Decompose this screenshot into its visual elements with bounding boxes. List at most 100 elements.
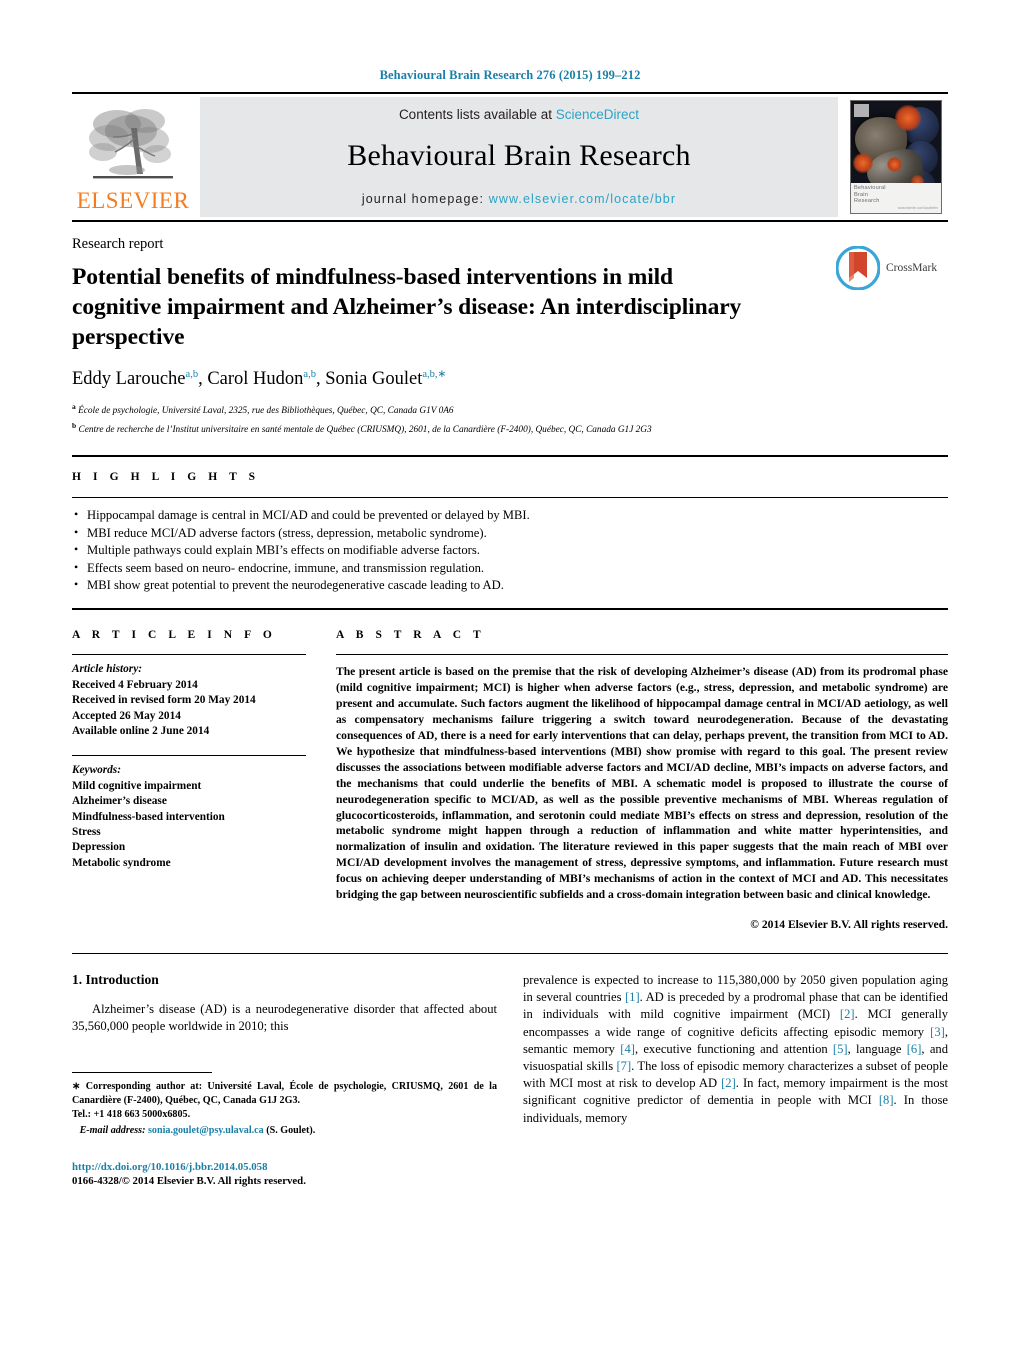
elsevier-logo: ELSEVIER — [72, 94, 194, 220]
contents-prefix: Contents lists available at — [398, 107, 556, 122]
highlight-item: MBI reduce MCI/AD adverse factors (stres… — [72, 524, 948, 542]
doi-block: http://dx.doi.org/10.1016/j.bbr.2014.05.… — [72, 1160, 497, 1189]
author-affiliation-marker: a,b — [303, 369, 316, 380]
article-history-list: Received 4 February 2014 Received in revi… — [72, 678, 306, 740]
crossmark-icon — [835, 245, 881, 291]
citation-reference[interactable]: [6] — [907, 1042, 922, 1056]
keyword-item: Depression — [72, 841, 126, 854]
article-info-heading: A R T I C L E I N F O — [72, 629, 277, 642]
citation-reference[interactable]: [3] — [930, 1025, 945, 1039]
citation-reference[interactable]: [2] — [840, 1007, 855, 1021]
intro-paragraph-left: Alzheimer’s disease (AD) is a neurodegen… — [72, 1001, 497, 1034]
body-columns: 1. Introduction Alzheimer’s disease (AD)… — [72, 954, 948, 1187]
body-column-left: 1. Introduction Alzheimer’s disease (AD)… — [72, 971, 497, 1187]
cover-neuron-2 — [853, 153, 873, 173]
journal-homepage-line: journal homepage: www.elsevier.com/locat… — [362, 192, 676, 206]
body-column-right: prevalence is expected to increase to 11… — [523, 972, 948, 1127]
affiliation-marker: a — [72, 402, 76, 412]
cover-title-line-1: Behavioural — [854, 185, 886, 191]
cover-neuron-1 — [895, 105, 921, 131]
highlights-list: Hippocampal damage is central in MCI/AD … — [72, 506, 948, 594]
crossmark-badge[interactable]: CrossMark — [835, 244, 948, 292]
highlight-item: MBI show great potential to prevent the … — [72, 576, 948, 594]
article-info-column: A R T I C L E I N F O Article history: R… — [72, 629, 306, 931]
affiliation-marker: b — [72, 420, 77, 430]
citation-reference[interactable]: [8] — [879, 1093, 894, 1107]
abstract-text: The present article is based on the prem… — [336, 665, 948, 902]
article-title-block: Research report Potential benefits of mi… — [72, 222, 948, 437]
citation-reference[interactable]: [5] — [833, 1042, 848, 1056]
cover-artwork: Behavioural Brain Research www.elsevier.… — [850, 100, 942, 214]
sciencedirect-link[interactable]: ScienceDirect — [556, 107, 639, 122]
cover-title-line-2: Brain — [854, 191, 869, 198]
article-history-label: Article history: — [72, 663, 142, 676]
email-note: E-mail address: sonia.goulet@psy.ulaval.… — [72, 1124, 497, 1138]
keywords-label: Keywords: — [72, 764, 121, 777]
highlight-item: Effects seem based on neuro- endocrine, … — [72, 559, 948, 577]
email-owner: (S. Goulet). — [266, 1124, 316, 1136]
cover-neuron-3 — [887, 157, 902, 172]
journal-masthead: ELSEVIER Contents lists available at Sci… — [72, 92, 948, 222]
footnote-rule — [72, 1071, 212, 1073]
intro-paragraph-right: prevalence is expected to increase to 11… — [523, 972, 949, 1125]
affiliation-item: b Centre de recherche de l’Institut univ… — [72, 420, 652, 435]
keyword-item: Alzheimer’s disease — [72, 795, 167, 808]
doi-link[interactable]: http://dx.doi.org/10.1016/j.bbr.2014.05.… — [72, 1160, 497, 1175]
email-link[interactable]: sonia.goulet@psy.ulaval.ca — [148, 1125, 264, 1136]
author-name: Sonia Goulet — [325, 369, 423, 390]
citation-reference[interactable]: [4] — [620, 1042, 635, 1056]
author-affiliation-marker: a,b,∗ — [422, 369, 447, 380]
journal-article-page: Behavioural Brain Research 276 (2015) 19… — [0, 0, 1020, 1351]
info-and-abstract: A R T I C L E I N F O Article history: R… — [72, 610, 948, 931]
cover-corner-plate — [854, 104, 869, 117]
cover-small-url: www.elsevier.com/locate/bbr — [897, 206, 938, 210]
article-history-item: Accepted 26 May 2014 — [72, 709, 181, 722]
crossmark-label: CrossMark — [886, 262, 938, 274]
article-info-rule — [72, 654, 306, 656]
elsevier-wordmark: ELSEVIER — [76, 188, 190, 213]
abstract-rule — [336, 654, 948, 656]
corresponding-author-note: ∗ Corresponding author at: Université La… — [72, 1080, 497, 1107]
keywords-rule — [72, 755, 306, 757]
journal-title: Behavioural Brain Research — [347, 139, 691, 172]
keywords-group: Keywords: Mild cognitive impairment Alzhe… — [72, 755, 306, 871]
highlights-rule — [72, 497, 948, 499]
issn-copyright-line: 0166-4328/© 2014 Elsevier B.V. All right… — [72, 1175, 306, 1188]
telephone-note: Tel.: +1 418 663 5000x6805. — [72, 1109, 191, 1121]
keywords-list: Mild cognitive impairment Alzheimer’s dis… — [72, 779, 306, 871]
citation-reference[interactable]: [7] — [616, 1059, 631, 1073]
article-history-item: Available online 2 June 2014 — [72, 725, 210, 737]
citation-reference[interactable]: [2] — [721, 1076, 736, 1090]
keyword-item: Metabolic syndrome — [72, 856, 171, 869]
cover-title-strip: Behavioural Brain Research www.elsevier.… — [851, 183, 941, 213]
abstract-heading: A B S T R A C T — [336, 629, 486, 642]
highlights-section: H I G H L I G H T S Hippocampal damage i… — [72, 457, 948, 594]
highlight-item: Hippocampal damage is central in MCI/AD … — [72, 506, 948, 524]
author-name: Carol Hudon — [207, 369, 304, 390]
highlights-heading: H I G H L I G H T S — [72, 471, 260, 484]
running-head: Behavioural Brain Research 276 (2015) 19… — [379, 68, 641, 82]
footnote-area: ∗ Corresponding author at: Université La… — [72, 1071, 497, 1189]
homepage-url-link[interactable]: www.elsevier.com/locate/bbr — [489, 192, 676, 206]
contents-list-line: Contents lists available at ScienceDirec… — [399, 107, 639, 122]
author-affiliation-marker: a,b — [185, 369, 199, 380]
highlight-item: Multiple pathways could explain MBI’s ef… — [72, 541, 948, 559]
author-list: Eddy Larouchea,b, Carol Hudona,b, Sonia … — [72, 369, 447, 390]
keyword-item: Mild cognitive impairment — [72, 779, 202, 792]
article-history-item: Received 4 February 2014 — [72, 678, 198, 691]
email-label: E-mail address: — [79, 1124, 146, 1136]
elsevier-tree-icon — [87, 104, 179, 190]
keyword-item: Stress — [72, 826, 101, 839]
abstract-column: A B S T R A C T The present article is b… — [336, 629, 948, 931]
page-title: Potential benefits of mindfulness-based … — [72, 264, 742, 350]
abstract-copyright: © 2014 Elsevier B.V. All rights reserved… — [750, 917, 948, 931]
article-type-kicker: Research report — [72, 236, 164, 252]
keyword-item: Mindfulness-based intervention — [72, 810, 225, 823]
journal-cover-thumbnail: Behavioural Brain Research www.elsevier.… — [844, 98, 948, 216]
citation-reference[interactable]: [1] — [625, 990, 640, 1004]
affiliation-list: a École de psychologie, Université Laval… — [72, 400, 948, 437]
article-history-item: Received in revised form 20 May 2014 — [72, 694, 256, 707]
author-name: Eddy Larouche — [72, 369, 186, 390]
section-heading-introduction: 1. Introduction — [72, 971, 159, 987]
affiliation-item: a École de psychologie, Université Laval… — [72, 402, 454, 417]
